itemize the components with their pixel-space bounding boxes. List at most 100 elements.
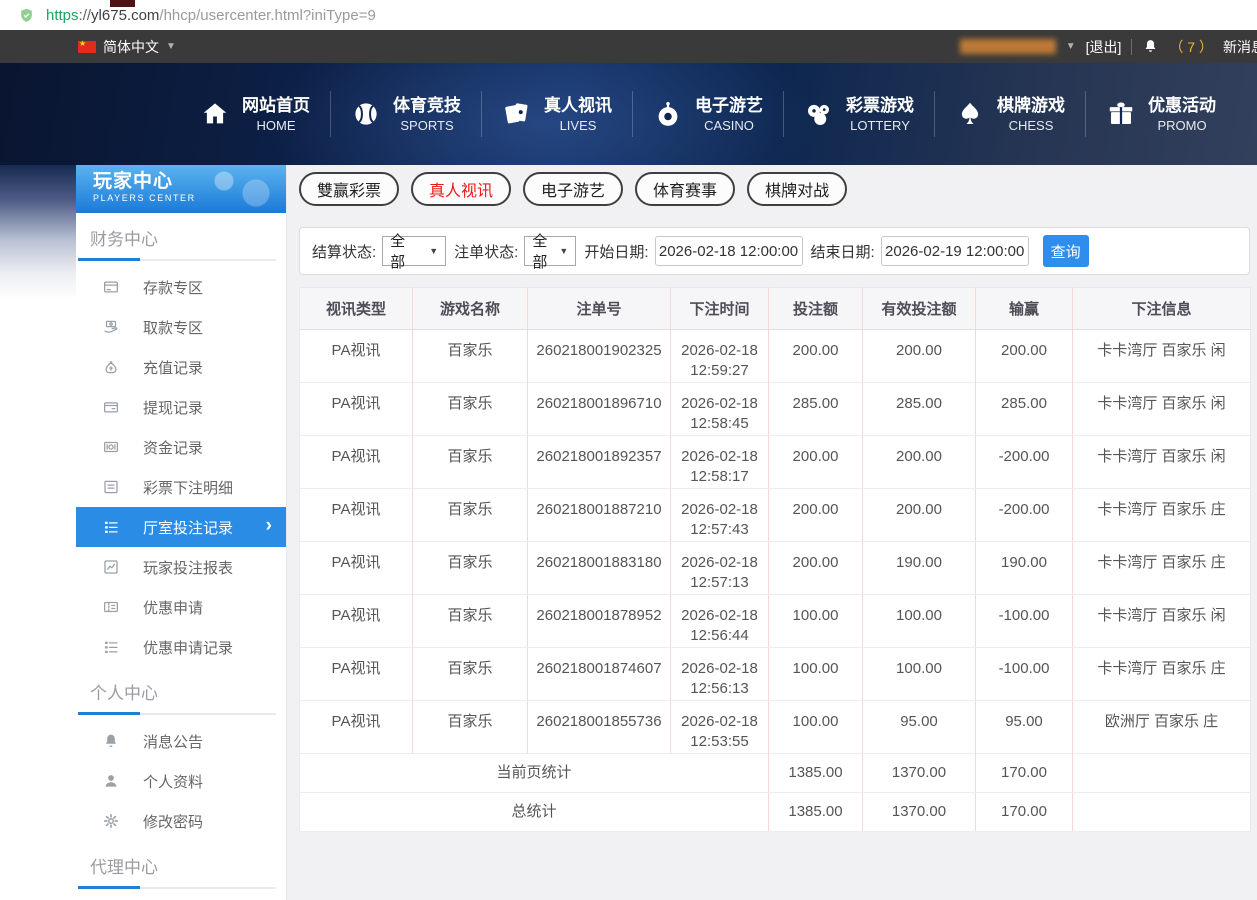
deposit-card-icon (102, 278, 120, 296)
gift-icon (1106, 99, 1136, 129)
table-cell: -200.00 (976, 436, 1073, 489)
sidebar-section-title: 代理中心 (76, 841, 286, 878)
nav-item-promo[interactable]: 优惠活动PROMO (1086, 95, 1236, 134)
nav-item-text: 电子游艺CASINO (695, 95, 763, 134)
search-button[interactable]: 查询 (1043, 235, 1089, 267)
message-count[interactable]: （ 7 ） (1169, 37, 1213, 57)
end-date-label: 结束日期: (811, 241, 875, 262)
tab-3[interactable]: 体育赛事 (635, 172, 735, 206)
end-date-input[interactable] (881, 236, 1029, 266)
browser-address-bar[interactable]: https://yl675.com/hhcp/usercenter.html?i… (0, 0, 1257, 30)
section-underline (78, 259, 276, 261)
gear-icon (102, 812, 120, 830)
table-cell: 95.00 (976, 701, 1073, 754)
nav-item-home[interactable]: 网站首页HOME (180, 95, 330, 134)
table-cell: 100.00 (863, 595, 976, 648)
banknote-icon (102, 438, 120, 456)
sidebar-item-label: 修改密码 (143, 811, 203, 832)
nav-item-lottery[interactable]: 彩票游戏LOTTERY (784, 95, 934, 134)
tab-4[interactable]: 棋牌对战 (747, 172, 847, 206)
nav-label-en: HOME (242, 117, 310, 134)
username-redacted[interactable] (960, 39, 1056, 54)
wallet-icon (102, 398, 120, 416)
nav-label-en: LOTTERY (846, 117, 914, 134)
notification-bell-icon[interactable] (1142, 38, 1159, 55)
nav-item-casino[interactable]: 电子游艺CASINO (633, 95, 783, 134)
summary-label: 当前页统计 (300, 754, 769, 793)
bell-icon (102, 732, 120, 750)
table-cell: 200.00 (863, 436, 976, 489)
language-selector[interactable]: 简体中文 ▼ (78, 37, 176, 57)
table-header-cell: 游戏名称 (413, 288, 528, 330)
sidebar-item[interactable]: 彩票下注明细 (76, 467, 286, 507)
table-cell: 100.00 (863, 648, 976, 701)
list-card-icon (102, 478, 120, 496)
sidebar-item[interactable]: 代理规则说明 (76, 895, 286, 900)
sidebar-item-label: 彩票下注明细 (143, 477, 233, 498)
sidebar-item[interactable]: 充值记录 (76, 347, 286, 387)
sidebar-item[interactable]: 个人资料 (76, 761, 286, 801)
table-cell: 260218001874607 (528, 648, 671, 701)
sidebar-item[interactable]: 厅室投注记录› (76, 507, 286, 547)
summary-winloss: 170.00 (976, 793, 1073, 832)
url-path: /hhcp/usercenter.html?iniType=9 (159, 7, 375, 24)
tab-1[interactable]: 真人视讯 (411, 172, 511, 206)
table-cell: 260218001878952 (528, 595, 671, 648)
sidebar-item[interactable]: 存款专区 (76, 267, 286, 307)
table-cell: 190.00 (976, 542, 1073, 595)
table-cell: 卡卡湾厅 百家乐 庄 (1073, 648, 1251, 701)
table-cell: 百家乐 (413, 330, 528, 383)
table-cell: 百家乐 (413, 542, 528, 595)
nav-item-chess[interactable]: 棋牌游戏CHESS (935, 95, 1085, 134)
url-host: yl675.com (91, 7, 159, 24)
sidebar-item[interactable]: 提现记录 (76, 387, 286, 427)
table-cell: PA视讯 (300, 330, 413, 383)
sidebar-item[interactable]: 优惠申请记录 (76, 627, 286, 667)
table-cell: 百家乐 (413, 383, 528, 436)
url-scheme: https (46, 7, 79, 24)
table-cell: 2026-02-18 12:57:43 (671, 489, 769, 542)
chevron-down-icon[interactable]: ▼ (1066, 41, 1076, 52)
sidebar-item[interactable]: 资金记录 (76, 427, 286, 467)
bullet-list-icon (102, 638, 120, 656)
sidebar-item-label: 优惠申请记录 (143, 637, 233, 658)
tab-2[interactable]: 电子游艺 (523, 172, 623, 206)
table-cell: PA视讯 (300, 489, 413, 542)
table-cell: 285.00 (863, 383, 976, 436)
settle-status-select[interactable]: 全部▼ (382, 236, 446, 266)
nav-item-lives[interactable]: 真人视讯LIVES (482, 95, 632, 134)
sidebar-subtitle: PLAYERS CENTER (93, 193, 286, 203)
sidebar-item[interactable]: 消息公告 (76, 721, 286, 761)
sidebar-item[interactable]: 修改密码 (76, 801, 286, 841)
summary-label: 总统计 (300, 793, 769, 832)
site-top-bar: 简体中文 ▼ ▼ [退出] （ 7 ） 新消息 (0, 30, 1257, 63)
bet-records-table: 视讯类型游戏名称注单号下注时间投注额有效投注额输赢下注信息 PA视讯百家乐260… (299, 287, 1251, 832)
table-cell: 260218001896710 (528, 383, 671, 436)
table-cell: PA视讯 (300, 701, 413, 754)
sidebar-section-title: 个人中心 (76, 667, 286, 704)
chevron-down-icon: ▼ (559, 246, 568, 256)
nav-label-zh: 电子游艺 (695, 95, 763, 117)
sidebar-item[interactable]: 优惠申请 (76, 587, 286, 627)
table-cell: 100.00 (769, 595, 863, 648)
logout-button[interactable]: [退出] (1086, 37, 1122, 57)
table-header-cell: 有效投注额 (863, 288, 976, 330)
start-date-input[interactable] (655, 236, 803, 266)
order-status-select[interactable]: 全部▼ (524, 236, 576, 266)
cards-icon (502, 99, 532, 129)
tab-0[interactable]: 雙赢彩票 (299, 172, 399, 206)
table-cell: 卡卡湾厅 百家乐 闲 (1073, 595, 1251, 648)
sidebar-item[interactable]: 取款专区 (76, 307, 286, 347)
sidebar-item-label: 提现记录 (143, 397, 203, 418)
nav-item-sports[interactable]: 体育竞技SPORTS (331, 95, 481, 134)
table-cell: 95.00 (863, 701, 976, 754)
url-text[interactable]: https://yl675.com/hhcp/usercenter.html?i… (46, 7, 376, 24)
withdraw-hand-icon (102, 318, 120, 336)
table-header-cell: 投注额 (769, 288, 863, 330)
summary-valid: 1370.00 (863, 793, 976, 832)
sidebar-item[interactable]: 玩家投注报表 (76, 547, 286, 587)
language-label: 简体中文 (103, 37, 159, 57)
message-label[interactable]: 新消息 (1223, 37, 1257, 57)
table-cell: 卡卡湾厅 百家乐 闲 (1073, 436, 1251, 489)
table-cell: PA视讯 (300, 595, 413, 648)
